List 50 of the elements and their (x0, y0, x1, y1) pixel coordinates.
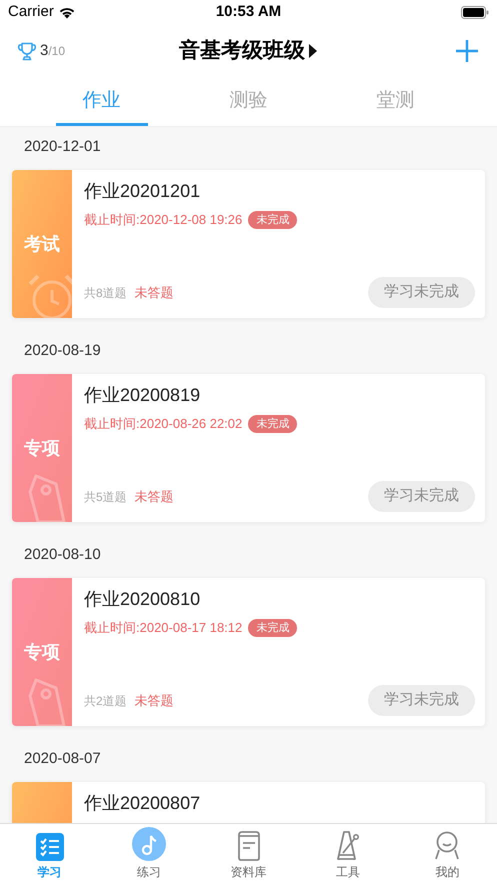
badge-label: 考试 (24, 232, 60, 256)
study-button[interactable]: 学习未完成 (368, 481, 475, 512)
tab-bar-item[interactable]: 资料库 (198, 824, 298, 883)
person-icon (434, 831, 460, 861)
deadline-text: 截止时间:2020-08-26 22:02 (84, 415, 242, 433)
study-button[interactable]: 学习未完成 (368, 277, 475, 308)
carrier-label: Carrier (8, 2, 54, 22)
deadline-text: 截止时间:2020-12-08 19:26 (84, 211, 242, 229)
battery-icon (461, 6, 489, 19)
add-icon[interactable] (455, 39, 479, 63)
question-count: 共8道题 (84, 284, 127, 302)
assignment-title: 作业20200819 (84, 384, 202, 407)
assignment-title: 作业20200807 (84, 792, 202, 815)
book-icon (236, 831, 262, 861)
assignment-card[interactable]: 专项 作业20200819 截止时间:2020-08-26 22:02 未完成 共5道题 未答题 学习未完成 (12, 374, 485, 522)
status-tag: 未完成 (248, 414, 298, 433)
tab-bar-item[interactable]: 工具 (298, 824, 398, 883)
status-tag: 未完成 (248, 618, 298, 637)
assignment-card[interactable]: 作业20200807 (12, 782, 485, 823)
badge-label: 专项 (24, 436, 60, 460)
assignment-title: 作业20200810 (84, 588, 202, 611)
music-note-icon (132, 827, 166, 861)
class-selector[interactable]: 音基考级班级 (179, 35, 318, 67)
date-heading: 2020-12-01 (23, 137, 102, 157)
trophy-icon (18, 42, 36, 60)
answer-state: 未答题 (134, 284, 174, 302)
wifi-icon (58, 6, 76, 19)
assignment-card[interactable]: 专项 作业20200810 截止时间:2020-08-17 18:12 未完成 共2道题 未答题 学习未完成 (12, 578, 485, 726)
answer-state: 未答题 (134, 488, 174, 506)
clock-time: 10:53 AM (216, 2, 282, 22)
tab-bar-item[interactable]: 学习 (0, 824, 100, 883)
tab-bar-item[interactable]: 我的 (398, 824, 497, 883)
assignment-card[interactable]: 考试 作业20201201 截止时间:2020-12-08 19:26 未完成 共8道题 未答题 学习未完成 (12, 170, 485, 318)
date-heading: 2020-08-19 (23, 341, 102, 361)
assignment-title: 作业20201201 (84, 180, 202, 203)
triangle-icon (308, 43, 318, 59)
date-heading: 2020-08-10 (23, 545, 102, 565)
answer-state: 未答题 (134, 692, 174, 710)
question-count: 共5道题 (84, 488, 127, 506)
score-total: /10 (48, 42, 66, 60)
question-count: 共2道题 (84, 692, 127, 710)
study-button[interactable]: 学习未完成 (368, 685, 475, 716)
badge-label: 专项 (24, 640, 60, 664)
checklist-icon (36, 833, 64, 861)
metronome-icon (334, 831, 361, 861)
date-heading: 2020-08-07 (23, 749, 102, 769)
deadline-text: 截止时间:2020-08-17 18:12 (84, 619, 242, 637)
tab-bar-item[interactable]: 练习 (99, 824, 199, 883)
score-value: 3 (40, 40, 48, 61)
status-tag: 未完成 (248, 210, 298, 229)
